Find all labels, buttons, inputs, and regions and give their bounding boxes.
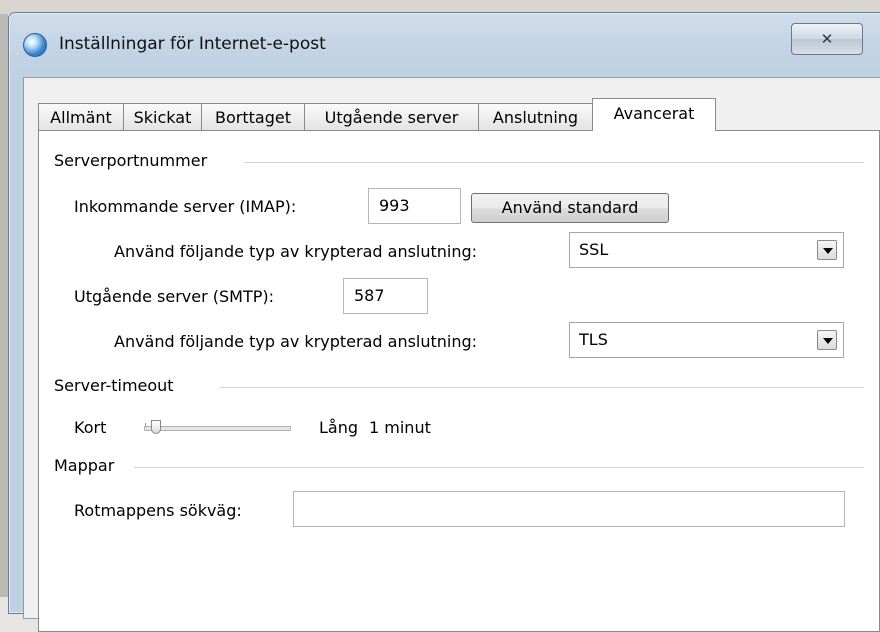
incoming-encryption-label: Använd följande typ av krypterad anslutn…: [114, 242, 478, 261]
chevron-down-icon[interactable]: [817, 330, 837, 350]
divider: [219, 387, 864, 388]
tab-borttaget[interactable]: Borttaget: [201, 103, 305, 130]
background-edge: [0, 14, 8, 597]
divider: [134, 467, 864, 468]
folders-heading: Mappar: [54, 456, 115, 475]
outgoing-encryption-label: Använd följande typ av krypterad anslutn…: [114, 332, 478, 351]
use-default-button[interactable]: Använd standard: [471, 193, 669, 223]
tab-panel-avancerat: Serverportnummer Inkommande server (IMAP…: [38, 130, 880, 632]
timeout-short-label: Kort: [74, 418, 107, 437]
close-icon: ✕: [820, 30, 834, 48]
outgoing-server-label: Utgående server (SMTP):: [74, 287, 275, 306]
incoming-port-input[interactable]: 993: [368, 188, 461, 224]
outgoing-encryption-select[interactable]: TLS: [569, 322, 844, 358]
server-ports-heading: Serverportnummer: [54, 151, 208, 170]
title-bar: Inställningar för Internet-e-post ✕: [9, 13, 880, 77]
tab-utgaende-server[interactable]: Utgående server: [304, 103, 479, 130]
tab-allmant[interactable]: Allmänt: [38, 103, 124, 130]
timeout-value: 1 minut: [369, 418, 431, 437]
globe-mail-icon: [23, 33, 47, 57]
tab-avancerat[interactable]: Avancerat: [592, 98, 716, 131]
settings-dialog: Inställningar för Internet-e-post ✕ Allm…: [8, 12, 880, 632]
outgoing-port-input[interactable]: 587: [343, 278, 428, 314]
root-path-input[interactable]: [293, 491, 845, 527]
close-button[interactable]: ✕: [791, 23, 863, 55]
incoming-encryption-select[interactable]: SSL: [569, 232, 844, 268]
tab-skickat[interactable]: Skickat: [123, 103, 202, 130]
slider-track[interactable]: [144, 426, 291, 431]
incoming-encryption-value: SSL: [579, 240, 609, 259]
divider: [244, 162, 864, 163]
tab-anslutning[interactable]: Anslutning: [478, 103, 593, 130]
incoming-server-label: Inkommande server (IMAP):: [74, 197, 297, 216]
window-title: Inställningar för Internet-e-post: [59, 34, 326, 54]
outgoing-encryption-value: TLS: [579, 330, 608, 349]
slider-tick: [145, 423, 146, 427]
root-path-label: Rotmappens sökväg:: [74, 501, 242, 520]
timeout-heading: Server-timeout: [54, 376, 174, 395]
dialog-client-area: Allmänt Skickat Borttaget Utgående serve…: [23, 77, 880, 632]
slider-thumb[interactable]: [151, 420, 162, 434]
timeout-long-label: Lång: [319, 418, 359, 437]
chevron-down-icon[interactable]: [817, 240, 837, 260]
